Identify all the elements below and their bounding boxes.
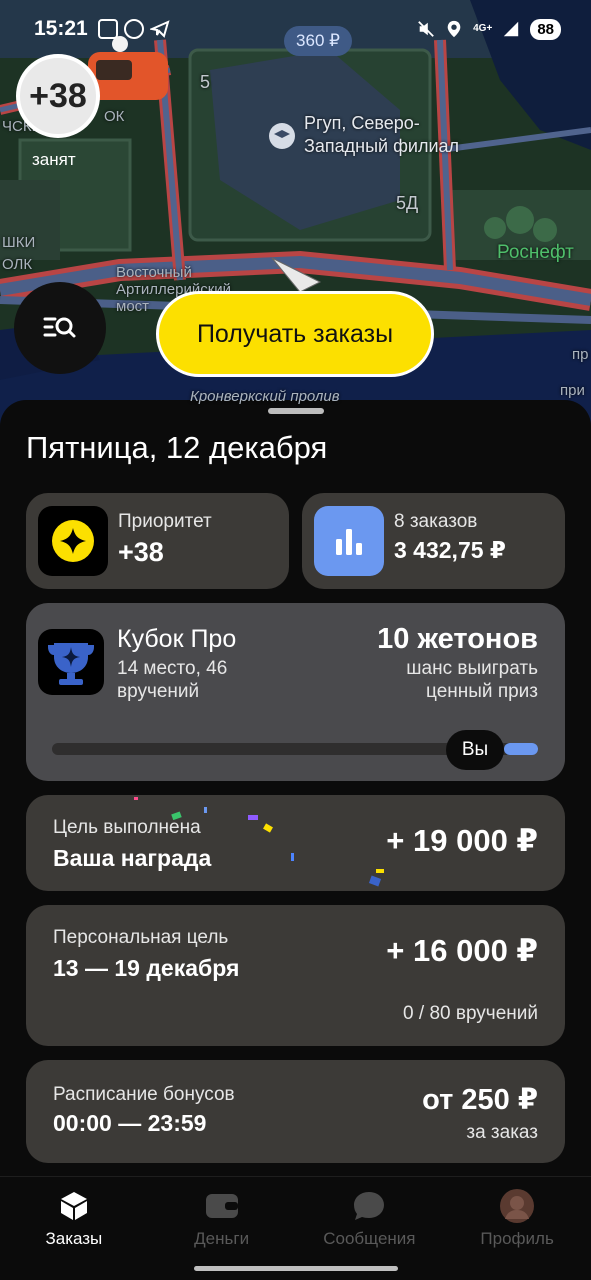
status-time: 15:21 bbox=[34, 17, 88, 40]
map-label-fragment: ШКИ bbox=[2, 234, 36, 251]
cup-tokens: 10 жетонов bbox=[377, 623, 538, 655]
cup-icon-tile bbox=[38, 629, 104, 695]
orders-summary-card[interactable]: 8 заказов 3 432,75 ₽ bbox=[302, 493, 565, 589]
priority-icon bbox=[52, 520, 94, 562]
cup-rank: 14 место, 46 вручений bbox=[117, 658, 228, 702]
priority-icon-tile bbox=[38, 506, 108, 576]
bonus-per-order: за заказ bbox=[466, 1122, 538, 1143]
orders-icon-tile bbox=[314, 506, 384, 576]
goal-reward-amount: + 19 000 ₽ bbox=[386, 823, 538, 858]
goal-status-label: Цель выполнена bbox=[53, 817, 201, 838]
map-label-rosneft: Роснефт bbox=[497, 242, 574, 263]
battery-indicator: 88 bbox=[530, 18, 561, 40]
personal-goal-dates: 13 — 19 декабря bbox=[53, 955, 240, 981]
priority-label: Приоритет bbox=[118, 511, 212, 532]
bonus-schedule-label: Расписание бонусов bbox=[53, 1084, 235, 1105]
cup-progress-fill bbox=[503, 743, 538, 755]
goal-reward-title: Ваша награда bbox=[53, 845, 212, 871]
nav-orders-label: Заказы bbox=[45, 1229, 103, 1248]
university-icon bbox=[269, 123, 295, 149]
bonus-schedule-card[interactable]: Расписание бонусов 00:00 — 23:59 от 250 … bbox=[26, 1060, 565, 1163]
filter-search-button[interactable] bbox=[14, 282, 106, 374]
chat-bubble-icon bbox=[354, 1192, 385, 1220]
signal-icon bbox=[504, 21, 519, 37]
personal-goal-card[interactable]: Персональная цель 13 — 19 декабря + 16 0… bbox=[26, 905, 565, 1046]
avatar bbox=[500, 1189, 535, 1223]
nav-messages[interactable]: Сообщения bbox=[296, 1177, 444, 1280]
nav-profile[interactable]: Профиль bbox=[443, 1177, 591, 1280]
bar-chart-icon bbox=[336, 529, 362, 555]
nav-money[interactable]: Деньги bbox=[148, 1177, 296, 1280]
driver-status-value: +38 bbox=[29, 76, 87, 115]
cup-you-badge: Вы bbox=[446, 730, 504, 770]
get-orders-button[interactable]: Получать заказы bbox=[156, 291, 434, 377]
sheet-drag-handle[interactable] bbox=[268, 408, 324, 414]
personal-goal-amount: + 16 000 ₽ bbox=[386, 933, 538, 968]
nav-messages-label: Сообщения bbox=[323, 1229, 416, 1248]
cup-tokens-desc: шанс выиграть ценный приз bbox=[406, 658, 538, 702]
bottom-sheet: Пятница, 12 декабря Приоритет +38 8 зака… bbox=[0, 400, 591, 1176]
map-label-fragment: ОЛК bbox=[2, 256, 33, 273]
bottom-navigation: Заказы Деньги Сообщения Профиль bbox=[0, 1176, 591, 1280]
app-icon bbox=[123, 19, 144, 39]
map-label-fragment: ОК bbox=[104, 108, 125, 125]
driver-status-label: занят bbox=[32, 150, 76, 169]
telegram-icon bbox=[148, 20, 170, 38]
cup-pro-card[interactable]: Кубок Про 14 место, 46 вручений 10 жетон… bbox=[26, 603, 565, 781]
mute-icon bbox=[418, 21, 434, 37]
map-label-fragment: при bbox=[560, 382, 585, 399]
priority-card[interactable]: Приоритет +38 bbox=[26, 493, 289, 589]
map-label-number: 5 bbox=[200, 72, 211, 92]
nav-money-label: Деньги bbox=[194, 1229, 250, 1248]
trophy-icon bbox=[48, 643, 94, 685]
driver-status-button[interactable]: +38 bbox=[16, 54, 100, 138]
bonus-schedule-time: 00:00 — 23:59 bbox=[53, 1110, 207, 1136]
notification-icons bbox=[97, 19, 170, 39]
goal-completed-card[interactable]: Цель выполнена Ваша награда + 19 000 ₽ bbox=[26, 795, 565, 891]
location-icon bbox=[447, 20, 461, 38]
personal-goal-label: Персональная цель bbox=[53, 927, 229, 948]
orders-earnings: 3 432,75 ₽ bbox=[394, 537, 506, 563]
map-label-fragment: пр bbox=[572, 346, 589, 363]
map-label-building: 5Д bbox=[396, 193, 419, 213]
filter-search-icon bbox=[43, 317, 76, 338]
map-label-university: Ргуп, Северо- Западный филиал bbox=[304, 113, 460, 156]
wallet-icon bbox=[205, 1194, 238, 1218]
nav-profile-label: Профиль bbox=[480, 1229, 554, 1248]
nav-orders[interactable]: Заказы bbox=[0, 1177, 148, 1280]
priority-value: +38 bbox=[118, 537, 164, 567]
page-title: Пятница, 12 декабря bbox=[26, 430, 328, 465]
system-home-indicator[interactable] bbox=[194, 1266, 398, 1271]
status-bar: 15:21 4G+ 88 bbox=[0, 0, 591, 58]
cup-title: Кубок Про bbox=[117, 625, 237, 653]
map-label-strait: Кронверкский пролив bbox=[190, 388, 340, 405]
personal-goal-progress: 0 / 80 вручений bbox=[403, 1003, 538, 1024]
orders-count: 8 заказов bbox=[394, 511, 478, 532]
gallery-icon bbox=[97, 19, 118, 39]
bonus-amount: от 250 ₽ bbox=[422, 1084, 538, 1116]
network-type: 4G+ bbox=[473, 23, 493, 34]
orders-box-icon bbox=[60, 1192, 87, 1220]
